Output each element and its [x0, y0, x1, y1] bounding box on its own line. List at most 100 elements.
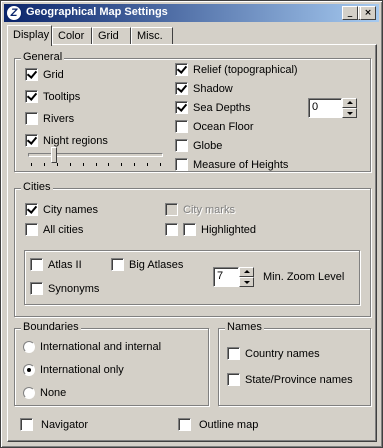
night-regions-check[interactable]	[25, 134, 38, 147]
minimize-button[interactable]: _	[342, 6, 358, 20]
country-names-checkbox[interactable]: Country names	[227, 347, 320, 360]
boundaries-none-label: None	[40, 387, 67, 399]
sea-depth-down-arrow-icon[interactable]	[342, 108, 357, 118]
navigator-label: Navigator	[41, 418, 89, 431]
measure-heights-label: Measure of Heights	[193, 158, 289, 171]
globe-checkbox[interactable]: Globe	[175, 139, 222, 152]
slider-tick	[69, 163, 71, 166]
city-marks-checkbox: City marks	[165, 203, 235, 216]
ocean-floor-check[interactable]	[175, 120, 188, 133]
tooltips-check[interactable]	[25, 90, 38, 103]
relief-label: Relief (topographical)	[193, 63, 298, 76]
country-names-check[interactable]	[227, 347, 240, 360]
tab-display[interactable]: Display	[7, 25, 52, 46]
tooltips-checkbox[interactable]: Tooltips	[25, 90, 80, 103]
app-globe-icon[interactable]: Z	[6, 5, 22, 21]
boundaries-intl-internal-radio[interactable]: International and internal	[23, 341, 161, 353]
all-cities-label: All cities	[43, 223, 84, 236]
state-names-check[interactable]	[227, 373, 240, 386]
ocean-floor-checkbox[interactable]: Ocean Floor	[175, 120, 254, 133]
sea-depth-input[interactable]: 0	[308, 98, 342, 118]
title-bar[interactable]: Z Geographical Map Settings _ □	[4, 4, 379, 22]
slider-tick	[43, 163, 45, 166]
window-title: Geographical Map Settings	[26, 6, 168, 18]
atlas-checkbox[interactable]: Atlas II	[30, 258, 82, 271]
synonyms-checkbox[interactable]: Synonyms	[30, 282, 99, 295]
boundaries-intl-only-radio[interactable]: International only	[23, 364, 124, 376]
shadow-checkbox[interactable]: Shadow	[175, 82, 233, 95]
boundaries-intl-internal-label: International and internal	[40, 341, 162, 353]
rivers-check[interactable]	[25, 112, 38, 125]
measure-heights-check[interactable]	[175, 158, 188, 171]
globe-check[interactable]	[175, 139, 188, 152]
tooltips-label: Tooltips	[43, 90, 81, 103]
night-slider-thumb[interactable]	[51, 147, 58, 163]
grid-checkbox[interactable]: Grid	[25, 68, 64, 81]
relief-check[interactable]	[175, 63, 188, 76]
sea-depth-spinner[interactable]: 0	[308, 98, 357, 118]
rivers-checkbox[interactable]: Rivers	[25, 112, 74, 125]
state-names-checkbox[interactable]: State/Province names	[227, 373, 353, 386]
boundaries-group: Boundaries International and internal In…	[14, 321, 209, 406]
shadow-check[interactable]	[175, 82, 188, 95]
zoom-spin-buttons	[239, 267, 254, 287]
city-names-check[interactable]	[25, 203, 38, 216]
boundaries-none-radio[interactable]: None	[23, 387, 66, 399]
big-atlases-check[interactable]	[111, 258, 124, 271]
big-atlases-checkbox[interactable]: Big Atlases	[111, 258, 183, 271]
atlas-label: Atlas II	[48, 258, 82, 271]
tab-misc[interactable]: Misc.	[131, 27, 173, 45]
sea-depths-checkbox[interactable]: Sea Depths	[175, 101, 250, 114]
zoom-down-arrow-icon[interactable]	[239, 277, 254, 287]
sea-depths-check[interactable]	[175, 101, 188, 114]
slider-tick	[134, 163, 136, 166]
night-slider-track[interactable]	[28, 153, 163, 157]
boundaries-none-dot[interactable]	[23, 387, 35, 399]
general-group: General Grid Tooltips Rivers Night regio…	[14, 51, 371, 172]
navigator-check[interactable]	[20, 418, 33, 431]
synonyms-label: Synonyms	[48, 282, 100, 295]
slider-tick	[108, 163, 110, 166]
zoom-up-arrow-icon[interactable]	[239, 267, 254, 277]
general-group-label: General	[21, 51, 65, 63]
tab-color[interactable]: Color	[52, 27, 92, 45]
navigator-checkbox[interactable]: Navigator	[20, 418, 88, 431]
sea-depth-up-arrow-icon[interactable]	[342, 98, 357, 108]
all-cities-checkbox[interactable]: All cities	[25, 223, 83, 236]
highlighted-extra-check[interactable]	[165, 223, 178, 236]
names-group: Names Country names State/Province names	[218, 321, 371, 406]
zoom-level-label: Min. Zoom Level	[263, 271, 345, 283]
zoom-level-input[interactable]: 7	[213, 267, 239, 287]
ocean-floor-label: Ocean Floor	[193, 120, 254, 133]
city-names-checkbox[interactable]: City names	[25, 203, 98, 216]
boundaries-intl-only-dot[interactable]	[23, 364, 35, 376]
sea-depth-spin-buttons	[342, 98, 357, 118]
measure-heights-checkbox[interactable]: Measure of Heights	[175, 158, 288, 171]
highlighted-check[interactable]	[183, 223, 196, 236]
cities-group-label: Cities	[21, 181, 53, 193]
all-cities-check[interactable]	[25, 223, 38, 236]
names-group-label: Names	[225, 321, 264, 333]
grid-label: Grid	[43, 68, 64, 81]
outline-map-checkbox[interactable]: Outline map	[178, 418, 258, 431]
synonyms-check[interactable]	[30, 282, 43, 295]
outline-map-label: Outline map	[199, 418, 259, 431]
tab-grid[interactable]: Grid	[92, 27, 131, 45]
zoom-level-spinner[interactable]: 7	[213, 267, 254, 287]
close-button[interactable]: ×	[360, 6, 376, 20]
slider-tick	[147, 163, 149, 166]
slider-tick	[121, 163, 123, 166]
boundaries-intl-internal-dot[interactable]	[23, 341, 35, 353]
atlas-check[interactable]	[30, 258, 43, 271]
cities-group: Cities City names All cities City marks …	[14, 181, 371, 317]
grid-check[interactable]	[25, 68, 38, 81]
relief-checkbox[interactable]: Relief (topographical)	[175, 63, 298, 76]
highlighted-checkbox-pair: Highlighted	[165, 223, 256, 236]
sea-depths-label: Sea Depths	[193, 101, 251, 114]
globe-label: Globe	[193, 139, 223, 152]
slider-tick	[95, 163, 97, 166]
city-names-label: City names	[43, 203, 99, 216]
highlighted-label: Highlighted	[201, 223, 257, 236]
night-regions-checkbox[interactable]: Night regions	[25, 134, 108, 147]
outline-map-check[interactable]	[178, 418, 191, 431]
